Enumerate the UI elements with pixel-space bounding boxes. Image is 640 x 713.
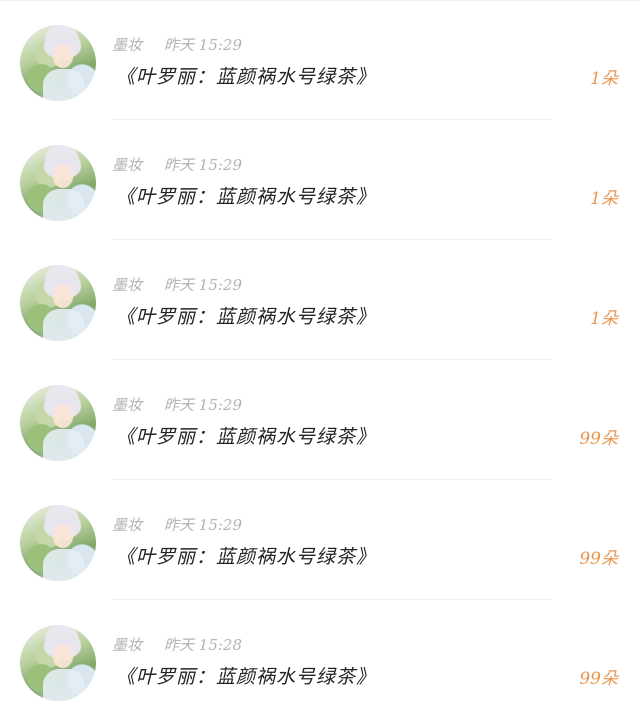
timestamp: 昨天 15:29 [164, 276, 243, 294]
avatar-face [53, 284, 74, 308]
item-meta: 墨妆 昨天 15:29 [112, 154, 242, 174]
flower-count: 99朵 [579, 429, 618, 449]
item-meta: 墨妆 昨天 15:29 [112, 514, 242, 534]
item-meta: 墨妆 昨天 15:29 [112, 274, 242, 294]
item-meta: 墨妆 昨天 15:29 [112, 394, 242, 414]
timestamp: 昨天 15:29 [164, 156, 243, 174]
avatar-face [53, 524, 74, 548]
gift-list: 墨妆 昨天 15:29 《叶罗丽：蓝颜祸水号绿茶》 1朵 墨妆 昨天 15:29 《… [0, 0, 640, 713]
avatar-face [53, 404, 74, 428]
list-item[interactable]: 墨妆 昨天 15:29 《叶罗丽：蓝颜祸水号绿茶》 1朵 [0, 240, 640, 360]
flower-count: 1朵 [590, 309, 618, 329]
gift-record-page: 墨妆 昨天 15:29 《叶罗丽：蓝颜祸水号绿茶》 1朵 墨妆 昨天 15:29 《… [0, 0, 640, 713]
flower-count: 99朵 [579, 549, 618, 569]
list-item[interactable]: 墨妆 昨天 15:29 《叶罗丽：蓝颜祸水号绿茶》 1朵 [0, 0, 640, 120]
username[interactable]: 墨妆 [112, 36, 142, 54]
flower-count: 1朵 [590, 189, 618, 209]
avatar-face [53, 644, 74, 668]
list-item[interactable]: 墨妆 昨天 15:29 《叶罗丽：蓝颜祸水号绿茶》 99朵 [0, 480, 640, 600]
gift-title[interactable]: 《叶罗丽：蓝颜祸水号绿茶》 [116, 662, 376, 689]
gift-title[interactable]: 《叶罗丽：蓝颜祸水号绿茶》 [116, 422, 376, 449]
avatar[interactable] [20, 625, 96, 701]
avatar[interactable] [20, 385, 96, 461]
list-item[interactable]: 墨妆 昨天 15:29 《叶罗丽：蓝颜祸水号绿茶》 1朵 [0, 120, 640, 240]
item-meta: 墨妆 昨天 15:29 [112, 34, 242, 54]
avatar-face [53, 164, 74, 188]
timestamp: 昨天 15:28 [164, 636, 243, 654]
username[interactable]: 墨妆 [112, 516, 142, 534]
avatar-coat [42, 69, 86, 101]
flower-count: 99朵 [579, 669, 618, 689]
username[interactable]: 墨妆 [112, 156, 142, 174]
timestamp: 昨天 15:29 [164, 516, 243, 534]
avatar[interactable] [20, 25, 96, 101]
avatar[interactable] [20, 145, 96, 221]
gift-title[interactable]: 《叶罗丽：蓝颜祸水号绿茶》 [116, 62, 376, 89]
item-meta: 墨妆 昨天 15:28 [112, 634, 242, 654]
list-item[interactable]: 墨妆 昨天 15:29 《叶罗丽：蓝颜祸水号绿茶》 99朵 [0, 360, 640, 480]
avatar-coat [42, 549, 86, 581]
gift-title[interactable]: 《叶罗丽：蓝颜祸水号绿茶》 [116, 302, 376, 329]
username[interactable]: 墨妆 [112, 396, 142, 414]
avatar[interactable] [20, 505, 96, 581]
avatar-coat [42, 429, 86, 461]
avatar[interactable] [20, 265, 96, 341]
avatar-face [53, 44, 74, 68]
timestamp: 昨天 15:29 [164, 36, 243, 54]
username[interactable]: 墨妆 [112, 276, 142, 294]
gift-title[interactable]: 《叶罗丽：蓝颜祸水号绿茶》 [116, 182, 376, 209]
avatar-coat [42, 669, 86, 701]
avatar-coat [42, 189, 86, 221]
timestamp: 昨天 15:29 [164, 396, 243, 414]
gift-title[interactable]: 《叶罗丽：蓝颜祸水号绿茶》 [116, 542, 376, 569]
avatar-coat [42, 309, 86, 341]
flower-count: 1朵 [590, 69, 618, 89]
list-item[interactable]: 墨妆 昨天 15:28 《叶罗丽：蓝颜祸水号绿茶》 99朵 [0, 600, 640, 713]
username[interactable]: 墨妆 [112, 636, 142, 654]
